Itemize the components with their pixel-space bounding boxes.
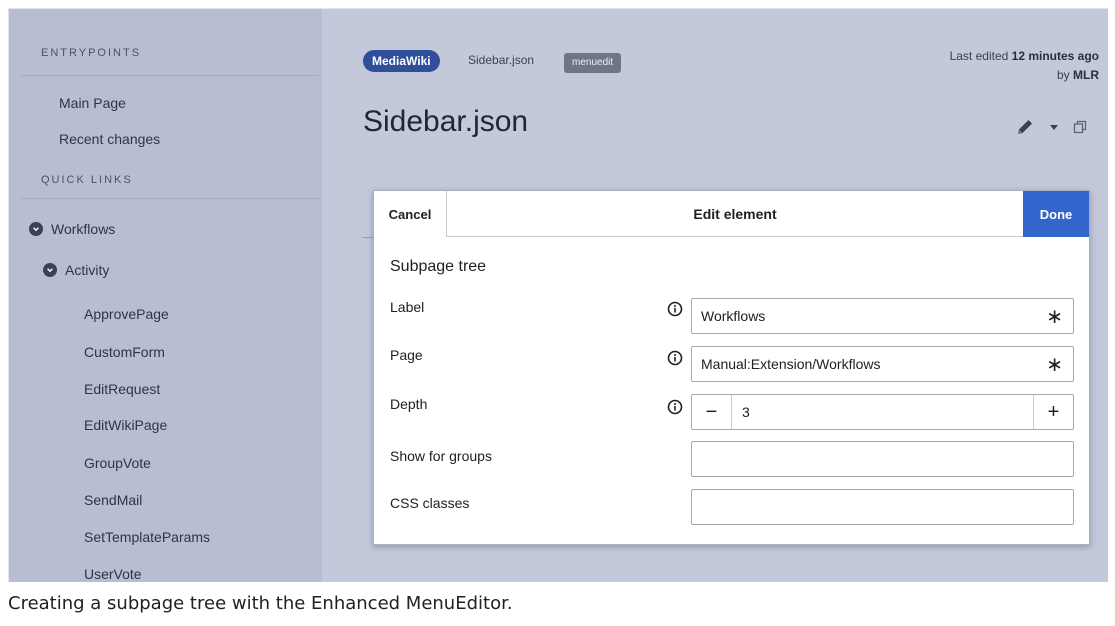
caret-down-icon[interactable] [1049,122,1059,132]
done-button[interactable]: Done [1023,191,1089,237]
last-edited-prefix: Last edited [949,49,1009,63]
css-classes-input[interactable] [691,489,1074,525]
sidebar-link-uservote[interactable]: UserVote [84,566,142,582]
required-indicator: ∗ [1046,306,1063,328]
editor-link[interactable]: MLR [1073,68,1099,82]
sidebar-link-settemplateparams[interactable]: SetTemplateParams [84,529,210,545]
depth-field-label: Depth [390,396,428,412]
edit-element-dialog: Cancel Edit element Done Subpage tree La… [373,190,1090,545]
sidebar-link-editrequest[interactable]: EditRequest [84,381,160,397]
page-actions [1015,117,1087,137]
last-edited-time[interactable]: 12 minutes ago [1012,49,1099,63]
sidebar-link-approvepage[interactable]: ApprovePage [84,306,169,322]
label-field-label: Label [390,299,425,315]
cancel-button[interactable]: Cancel [374,191,447,237]
breadcrumb[interactable]: Sidebar.json [468,53,534,67]
info-icon[interactable] [667,350,683,366]
chevron-down-icon [43,263,57,277]
sidebar-link-main-page[interactable]: Main Page [59,95,126,111]
dialog-header: Cancel Edit element Done [374,191,1089,237]
decrement-button[interactable]: − [692,395,732,429]
label-input-value: Workflows [701,308,766,324]
main-content: MediaWiki Sidebar.json menuedit Last edi… [322,9,1108,582]
groups-input[interactable] [691,441,1074,477]
tree-node-label: Activity [65,262,110,278]
copy-icon[interactable] [1073,120,1087,134]
pencil-icon[interactable] [1015,117,1035,137]
groups-field-label: Show for groups [390,448,492,464]
dialog-title: Edit element [693,206,777,222]
tree-node-activity[interactable]: Activity [43,262,109,278]
dialog-section-title: Subpage tree [390,258,487,275]
last-edited-info: Last edited 12 minutes ago by MLR [879,47,1099,85]
sidebar-link-customform[interactable]: CustomForm [84,344,165,360]
section-title-entrypoints: ENTRYPOINTS [41,47,142,59]
tree-node-label: Workflows [51,221,116,237]
sidebar-link-groupvote[interactable]: GroupVote [84,455,151,471]
sidebar: ENTRYPOINTS Main Page Recent changes QUI… [9,9,322,582]
info-icon[interactable] [667,399,683,415]
sidebar-link-sendmail[interactable]: SendMail [84,492,142,508]
label-input[interactable]: Workflows ∗ [691,298,1074,334]
increment-button[interactable]: + [1033,395,1073,429]
chevron-down-icon [29,222,43,236]
depth-stepper[interactable]: − 3 + [691,394,1074,430]
required-indicator: ∗ [1046,354,1063,376]
page-input[interactable]: Manual:Extension/Workflows ∗ [691,346,1074,382]
info-icon[interactable] [667,301,683,317]
page-title: Sidebar.json [363,105,529,138]
css-field-label: CSS classes [390,495,470,511]
section-divider [21,75,319,76]
section-divider [21,198,319,199]
by-prefix: by [1056,68,1070,82]
page-tag: menuedit [564,53,622,73]
page-field-label: Page [390,347,423,363]
sidebar-link-editwikipage[interactable]: EditWikiPage [84,417,167,433]
section-title-quick-links: QUICK LINKS [41,174,133,186]
page-input-value: Manual:Extension/Workflows [701,356,881,372]
tree-node-workflows[interactable]: Workflows [29,221,115,237]
image-caption: Creating a subpage tree with the Enhance… [8,593,513,614]
screenshot-frame: ENTRYPOINTS Main Page Recent changes QUI… [8,8,1108,582]
depth-value[interactable]: 3 [742,395,750,429]
namespace-badge[interactable]: MediaWiki [363,50,440,72]
sidebar-link-recent-changes[interactable]: Recent changes [59,131,160,147]
